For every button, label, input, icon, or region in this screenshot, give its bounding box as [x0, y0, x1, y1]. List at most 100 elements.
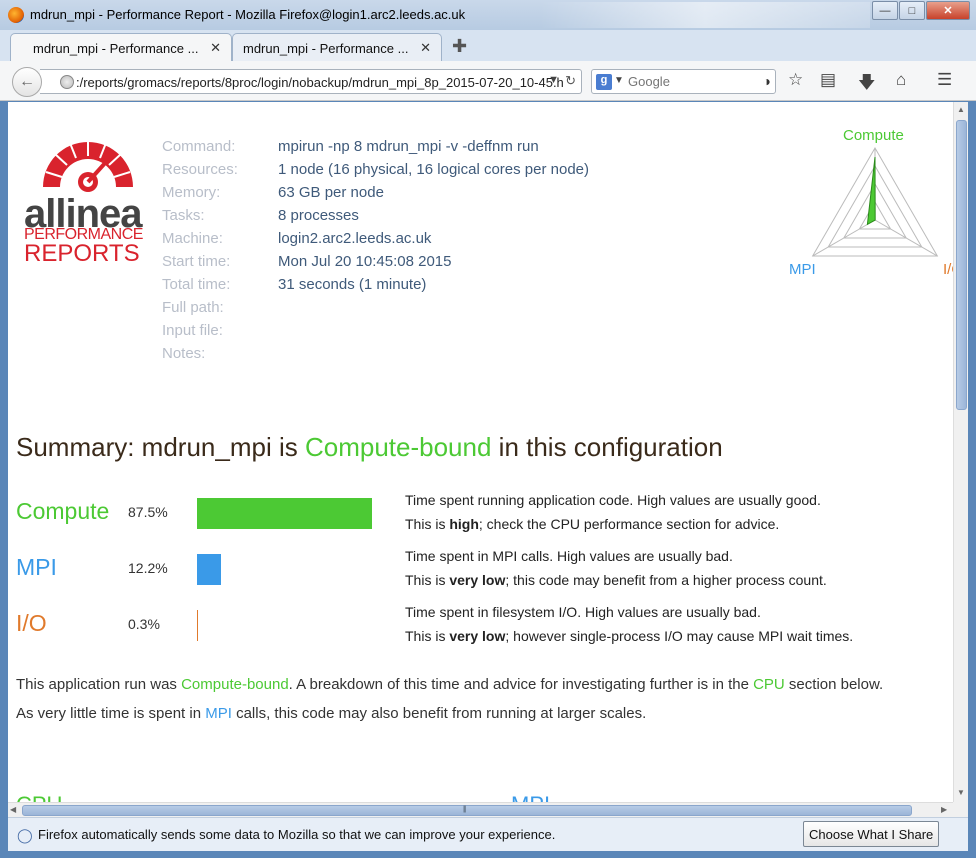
- choose-what-i-share-button[interactable]: Choose What I Share: [803, 821, 940, 847]
- horizontal-scroll-thumb[interactable]: [22, 805, 912, 816]
- url-bar[interactable]: :/reports/gromacs/reports/8proc/login/no…: [40, 69, 582, 94]
- meta-row: Total time: 31 seconds (1 minute): [162, 273, 589, 296]
- history-dropdown-icon[interactable]: ▼: [548, 74, 559, 86]
- metric-bar: [197, 498, 372, 529]
- minimize-button[interactable]: —: [872, 1, 898, 20]
- back-button[interactable]: ←: [12, 67, 42, 97]
- allinea-gauge-logo: [43, 140, 133, 192]
- mpi-section-heading: MPI: [511, 792, 550, 802]
- meta-label: Tasks:: [162, 207, 205, 224]
- metric-name: Compute: [16, 498, 110, 524]
- radar-label-compute: Compute: [843, 127, 904, 144]
- meta-row: Full path:: [162, 296, 589, 319]
- data-reporting-notification: ◯ Firefox automatically sends some data …: [8, 817, 968, 851]
- metric-row-compute: Compute 87.5%: [16, 498, 396, 532]
- para-text: calls, this code may also benefit from r…: [231, 705, 647, 722]
- firefox-icon: [8, 7, 24, 23]
- close-window-button[interactable]: ✕: [926, 1, 970, 20]
- search-bar[interactable]: g ▼ ◑: [591, 69, 776, 94]
- metric-desc-line2: This is high; check the CPU performance …: [405, 512, 821, 536]
- bookmark-star-icon[interactable]: ☆: [788, 70, 803, 90]
- vertical-scroll-thumb[interactable]: [956, 120, 967, 410]
- metric-percent: 12.2%: [128, 560, 168, 576]
- search-input[interactable]: [628, 74, 748, 89]
- tab-bar: mdrun_mpi - Performance ... ✕ mdrun_mpi …: [0, 30, 976, 62]
- cpu-link[interactable]: CPU: [753, 676, 785, 693]
- tab-label: mdrun_mpi - Performance ...: [33, 41, 199, 56]
- metric-row-mpi: MPI 12.2%: [16, 554, 396, 588]
- close-tab-icon[interactable]: ✕: [420, 40, 431, 56]
- scroll-down-icon[interactable]: ▼: [957, 788, 965, 797]
- meta-label: Notes:: [162, 345, 206, 362]
- metric-desc-line2: This is very low; this code may benefit …: [405, 568, 827, 592]
- window-title: mdrun_mpi - Performance Report - Mozilla…: [30, 7, 466, 22]
- maximize-button[interactable]: □: [899, 1, 925, 20]
- meta-label: Command:: [162, 138, 236, 155]
- scaling-paragraph: As very little time is spent in MPI call…: [16, 705, 646, 722]
- mpi-link[interactable]: MPI: [205, 705, 232, 722]
- run-metadata: Command: mpirun -np 8 mdrun_mpi -v -deffn…: [162, 135, 589, 365]
- back-arrow-icon: ←: [19, 73, 35, 90]
- binoculars-icon[interactable]: ◑: [763, 73, 771, 89]
- meta-row: Input file:: [162, 319, 589, 342]
- meta-label: Total time:: [162, 276, 231, 293]
- para-text: This application run was: [16, 676, 182, 693]
- meta-label: Resources:: [162, 161, 238, 178]
- globe-icon: [60, 75, 74, 89]
- tab-report-2[interactable]: mdrun_mpi - Performance ... ✕: [232, 33, 442, 62]
- close-tab-icon[interactable]: ✕: [210, 40, 221, 56]
- reading-list-icon[interactable]: ▤: [820, 70, 836, 90]
- metric-description: Time spent running application code. Hig…: [405, 488, 821, 536]
- meta-value: 1 node (16 physical, 16 logical cores pe…: [278, 161, 590, 178]
- notification-text: Firefox automatically sends some data to…: [38, 827, 556, 842]
- title-ghost-overlay: [540, 2, 870, 28]
- download-icon[interactable]: 🡇: [858, 70, 875, 99]
- metric-percent: 87.5%: [128, 504, 168, 520]
- scroll-right-icon[interactable]: ▶: [941, 805, 947, 814]
- menu-icon[interactable]: ☰: [937, 70, 952, 90]
- vertical-scrollbar[interactable]: ▲ ▼: [953, 102, 968, 802]
- meta-value: 63 GB per node: [278, 184, 384, 201]
- meta-value: login2.arc2.leeds.ac.uk: [278, 230, 432, 247]
- radar-data-polygon: [866, 156, 876, 226]
- meta-row: Tasks: 8 processes: [162, 204, 589, 227]
- scroll-grip-icon: |||: [463, 806, 467, 813]
- cpu-section-heading: CPU: [16, 792, 62, 802]
- summary-suffix: in this configuration: [491, 432, 723, 462]
- tab-report-1[interactable]: mdrun_mpi - Performance ... ✕: [10, 33, 232, 62]
- scroll-up-icon[interactable]: ▲: [957, 105, 965, 114]
- summary-prefix: Summary: mdrun_mpi is: [16, 432, 305, 462]
- meta-label: Memory:: [162, 184, 221, 201]
- meta-row: Memory: 63 GB per node: [162, 181, 589, 204]
- meta-value: Mon Jul 20 10:45:08 2015: [278, 253, 452, 270]
- para-text: As very little time is spent in: [16, 705, 206, 722]
- desc-emphasis: high: [449, 516, 479, 532]
- desc-text: ; check the CPU performance section for …: [478, 516, 780, 532]
- meta-label: Input file:: [162, 322, 223, 339]
- metric-name: MPI: [16, 554, 57, 580]
- reload-icon[interactable]: ↻: [565, 73, 576, 89]
- url-text: :/reports/gromacs/reports/8proc/login/no…: [76, 75, 564, 90]
- metric-desc-line1: Time spent in filesystem I/O. High value…: [405, 604, 761, 620]
- summary-highlight: Compute-bound: [304, 432, 492, 462]
- new-tab-button[interactable]: ✚: [452, 36, 467, 57]
- home-icon[interactable]: ⌂: [896, 70, 906, 90]
- scroll-left-icon[interactable]: ◀: [10, 805, 16, 814]
- chevron-down-icon[interactable]: ▼: [614, 75, 624, 86]
- window-titlebar: mdrun_mpi - Performance Report - Mozilla…: [0, 0, 976, 30]
- horizontal-scrollbar[interactable]: ◀ ||| ▶: [8, 802, 953, 817]
- meta-label: Start time:: [162, 253, 231, 270]
- metric-row-io: I/O 0.3%: [16, 610, 396, 644]
- window-controls: — □ ✕: [871, 1, 970, 20]
- summary-heading: Summary: mdrun_mpi is Compute-bound in t…: [16, 432, 723, 463]
- metric-percent: 0.3%: [128, 616, 160, 632]
- desc-emphasis: very low: [449, 572, 506, 588]
- search-engine-icon[interactable]: g: [596, 74, 612, 90]
- metric-bar: [197, 610, 198, 641]
- desc-text: This is: [405, 516, 450, 532]
- metric-name: I/O: [16, 610, 47, 636]
- breakdown-paragraph: This application run was Compute-bound. …: [16, 676, 883, 693]
- report-page: allinea PERFORMANCE REPORTS Command: mpir…: [8, 102, 953, 802]
- meta-row: Command: mpirun -np 8 mdrun_mpi -v -deffn…: [162, 135, 589, 158]
- desc-text: This is: [405, 572, 450, 588]
